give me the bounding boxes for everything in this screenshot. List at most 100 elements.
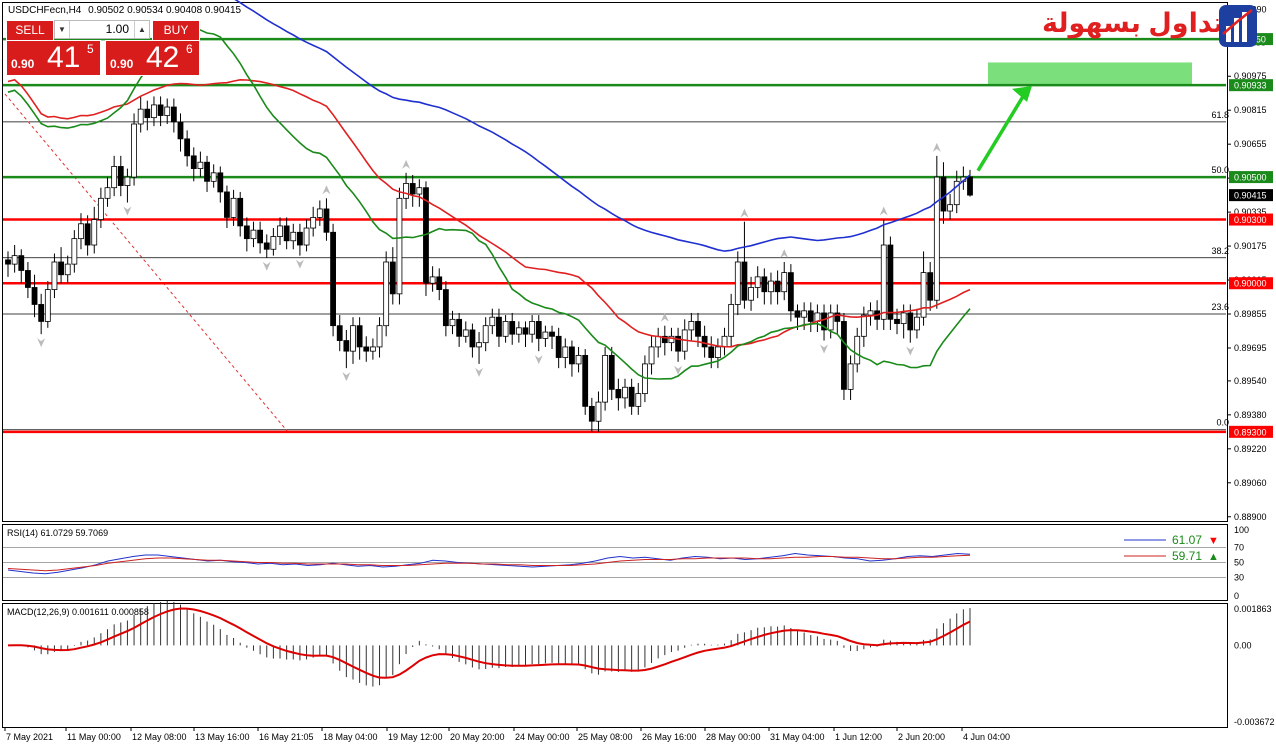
candle (369, 338, 376, 360)
target-zone (988, 62, 1192, 86)
macd-tick-label: 0.00 (1234, 640, 1252, 650)
rsi-series-line (7, 554, 971, 572)
candle-body (277, 225, 283, 237)
rsi-legend-value: 61.07 (1172, 533, 1202, 547)
candle (5, 251, 11, 277)
candle (774, 270, 781, 305)
candle (224, 185, 230, 229)
candle-body (164, 106, 171, 116)
sell-price[interactable]: 0.90 41 5 (6, 40, 101, 76)
candle-body (323, 208, 330, 233)
candle-body (708, 346, 715, 358)
candle-body (157, 104, 164, 116)
candle-body (11, 255, 18, 265)
buy-button[interactable]: BUY (152, 20, 200, 41)
candle (170, 98, 177, 133)
candle-body (714, 346, 721, 358)
lot-size-input[interactable]: ▼ 1.00 ▲ (54, 20, 150, 39)
candle-body (608, 355, 615, 390)
price-tick-label: 0.89540 (1234, 376, 1267, 386)
candle (542, 325, 549, 347)
candle-body (947, 204, 953, 212)
candle-body (768, 280, 774, 293)
level-tag-label: 0.90933 (1234, 81, 1267, 91)
sell-price-prefix: 0.90 (11, 57, 35, 71)
candle (237, 191, 244, 237)
candle-body (5, 259, 11, 265)
symbol-timeframe: USDCHFecn,H4 (8, 5, 82, 16)
rsi-tick-label: 100 (1234, 525, 1249, 535)
fractal-up-icon (402, 159, 411, 169)
candle-body (562, 346, 569, 358)
level-price-tag: 0.89300 (1229, 425, 1273, 438)
price-axis: 0.912900.911350.909750.908150.906550.904… (1227, 4, 1275, 727)
candle-body (442, 289, 449, 327)
candle (297, 223, 303, 256)
candle-body (807, 310, 814, 322)
candle-body (456, 318, 463, 337)
candle (595, 391, 602, 432)
candle (608, 346, 615, 400)
candle-body (781, 272, 788, 293)
fib-level-label: 50.0 (1211, 165, 1229, 175)
candle (31, 274, 38, 318)
candle-body (860, 314, 867, 337)
candle (18, 249, 25, 284)
candle (204, 155, 210, 192)
fractal-down-icon (820, 344, 829, 354)
candle (442, 281, 449, 337)
candle (734, 251, 741, 316)
fractal-down-icon (475, 367, 484, 377)
price-tick-label: 0.89220 (1234, 444, 1267, 454)
candle (436, 268, 443, 301)
candle-body (741, 261, 748, 301)
lot-size-value[interactable]: 1.00 (71, 21, 133, 38)
candle (920, 251, 927, 326)
candle-body (290, 231, 297, 242)
buy-price-prefix: 0.90 (110, 57, 134, 71)
candle (947, 194, 953, 220)
candle-body (124, 176, 131, 186)
logo-text: التداول بسهولة (1042, 8, 1244, 38)
candle-body (91, 219, 98, 246)
lot-increase-icon[interactable]: ▲ (134, 21, 149, 38)
candle (781, 262, 788, 301)
price-tick-label: 0.89060 (1234, 478, 1267, 488)
candle-body (900, 312, 907, 324)
candle-body (184, 138, 191, 157)
candle-body (615, 388, 622, 399)
ohlc-values: 0.90502 0.90534 0.90408 0.90415 (88, 5, 241, 16)
time-tick-label: 1 Jun 12:00 (835, 732, 882, 742)
candle (376, 317, 383, 358)
macd-frame (2, 603, 1228, 728)
rsi-legend-marker-icon: ▲ (1208, 551, 1219, 563)
candle (535, 315, 542, 352)
sell-button[interactable]: SELL (6, 20, 54, 41)
candle-body (71, 238, 78, 265)
candle (104, 177, 111, 207)
chart-canvas[interactable]: USDCHFecn,H4 0.90502 0.90534 0.90408 0.9… (0, 0, 1276, 748)
time-axis: 7 May 2021 11 May 00:00 12 May 08:00 13 May… (4, 727, 1010, 742)
candle (117, 155, 124, 197)
candle (714, 338, 721, 369)
candle-body (595, 401, 602, 422)
macd-tick-label: -0.003672 (1234, 717, 1275, 727)
candle-body (363, 346, 370, 352)
candle (469, 323, 476, 358)
buy-price[interactable]: 0.90 42 6 (105, 40, 200, 76)
candle-body (449, 318, 456, 327)
candle-body (204, 161, 210, 182)
candle (197, 151, 204, 178)
candle-body (131, 123, 137, 178)
candle-body (51, 261, 58, 290)
candle-body (854, 335, 861, 365)
lot-decrease-icon[interactable]: ▼ (55, 21, 70, 38)
candle (933, 155, 940, 309)
candle-body (635, 393, 642, 407)
candle-body (78, 223, 84, 240)
rsi-legend-item: 59.71 ▲ (1124, 549, 1219, 563)
candle (575, 346, 582, 373)
candle-body (867, 310, 874, 316)
candle-body (502, 321, 509, 337)
candle (728, 293, 735, 347)
